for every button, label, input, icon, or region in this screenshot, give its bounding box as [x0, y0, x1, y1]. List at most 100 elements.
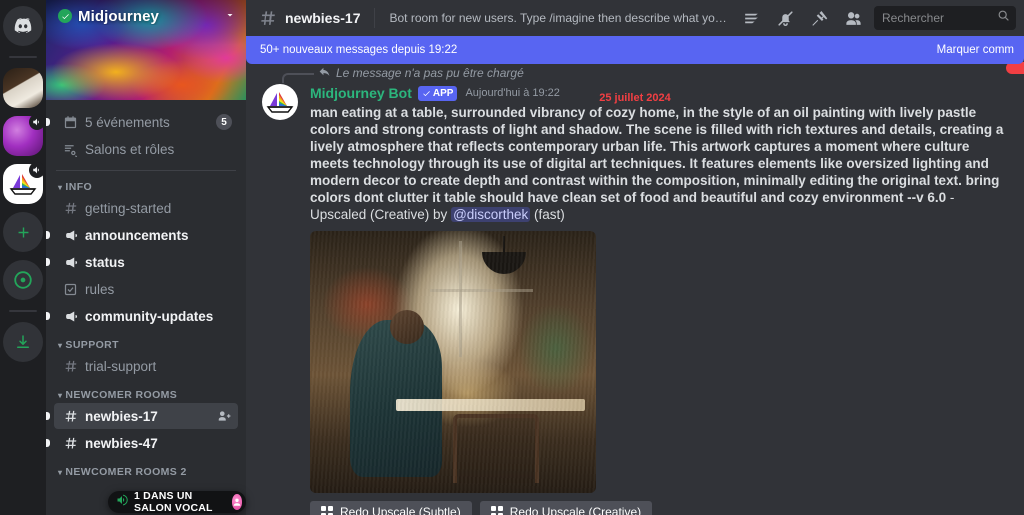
channels-roles-icon [62, 142, 79, 157]
channel-sidebar: Midjourney 5 événements 5 Salons et rôle… [46, 0, 246, 515]
sidebar-item-rules[interactable]: rules [54, 276, 238, 302]
message-text: man eating at a table, surrounded vibran… [310, 104, 1008, 223]
chevron-down-icon: ▾ [58, 182, 63, 192]
search-input[interactable]: Rechercher [874, 6, 1016, 30]
hash-thread-icon [62, 436, 79, 451]
message-action-buttons: Redo Upscale (Subtle) Redo Upscale (Crea… [310, 501, 1008, 515]
calendar-icon [62, 115, 79, 130]
redo-upscale-subtle-label: Redo Upscale (Subtle) [340, 504, 461, 515]
chevron-down-icon: ▾ [58, 390, 63, 400]
sidebar-item-newbies-17-label: newbies-17 [85, 408, 158, 424]
message: Le message n'a pas pu être chargé Midjou… [246, 62, 1024, 515]
channel-topic[interactable]: Bot room for new users. Type /imagine th… [389, 11, 730, 25]
sidebar-divider [56, 170, 236, 171]
reply-context-text: Le message n'a pas pu être chargé [336, 66, 524, 80]
sidebar-item-newbies-47-label: newbies-47 [85, 435, 158, 451]
message-content: Midjourney Bot APP Aujourd'hui à 19:22 m… [310, 84, 1008, 515]
unread-indicator [46, 312, 50, 320]
message-body: Midjourney Bot APP Aujourd'hui à 19:22 m… [262, 82, 1008, 515]
notifications-muted-icon[interactable] [772, 5, 798, 31]
unread-indicator [46, 412, 50, 420]
verified-check-icon [58, 9, 72, 23]
server-rail-item-home[interactable] [3, 6, 43, 46]
chevron-down-icon: ▾ [58, 340, 63, 350]
reply-context[interactable]: Le message n'a pas pu être chargé [282, 64, 1008, 83]
sidebar-row-events-label: 5 événements [85, 114, 170, 130]
sidebar-item-announcements[interactable]: announcements [46, 222, 238, 248]
hash-thread-icon [258, 9, 277, 28]
category-newcomer-rooms[interactable]: ▾ NEWCOMER ROOMS [54, 389, 238, 401]
download-apps-button[interactable] [3, 322, 43, 362]
search-placeholder: Rechercher [882, 11, 945, 25]
add-members-icon[interactable] [215, 409, 232, 423]
download-icon[interactable] [3, 322, 43, 362]
painting-texture [310, 231, 596, 493]
sidebar-row-channels-roles[interactable]: Salons et rôles [54, 136, 238, 162]
plus-icon[interactable] [3, 212, 43, 252]
rules-icon [62, 282, 79, 297]
unread-indicator [46, 439, 50, 447]
server-rail-item-midjourney[interactable] [3, 162, 45, 204]
pinned-messages-icon[interactable] [806, 5, 832, 31]
grid-icon [490, 505, 503, 515]
user-mention[interactable]: @discorthek [451, 207, 531, 222]
add-server-button[interactable] [3, 212, 43, 252]
category-newcomer-rooms-label: NEWCOMER ROOMS [65, 389, 178, 401]
search-icon[interactable] [997, 9, 1010, 27]
avatar [231, 494, 242, 510]
hash-icon [62, 359, 79, 374]
book-server-icon[interactable] [3, 68, 43, 108]
new-messages-banner[interactable]: 50+ nouveaux messages depuis 19:22 Marqu… [246, 36, 1024, 64]
announcement-icon [62, 309, 79, 324]
redo-upscale-creative-label: Redo Upscale (Creative) [509, 504, 642, 515]
sidebar-item-status[interactable]: status [46, 249, 238, 275]
speaker-icon [116, 493, 128, 511]
sidebar-row-channels-roles-label: Salons et rôles [85, 141, 175, 157]
hash-icon [62, 201, 79, 216]
category-info[interactable]: ▾ INFO [54, 181, 238, 193]
message-attachment-image[interactable] [310, 231, 596, 493]
sidebar-item-getting-started[interactable]: getting-started [54, 195, 238, 221]
mark-as-read-button[interactable]: Marquer comm [937, 44, 1014, 56]
channel-list: 5 événements 5 Salons et rôles ▾ INFO ge… [46, 100, 246, 515]
explore-servers-button[interactable] [3, 260, 43, 300]
voice-channel-toast[interactable]: 1 DANS UN SALON VOCAL [108, 490, 246, 514]
main-content: newbies-17 Bot room for new users. Type … [246, 0, 1024, 515]
date-divider: 25 juillet 2024 [246, 91, 1024, 105]
channel-topic-text: Bot room for new users. Type /imagine th… [389, 11, 730, 25]
topbar-divider [374, 8, 376, 28]
sidebar-item-trial-support-label: trial-support [85, 358, 157, 374]
page-title: newbies-17 [285, 10, 361, 26]
sidebar-row-events[interactable]: 5 événements 5 [46, 109, 238, 135]
threads-icon[interactable] [738, 5, 764, 31]
sidebar-item-community-updates[interactable]: community-updates [46, 303, 238, 329]
redo-upscale-subtle-button[interactable]: Redo Upscale (Subtle) [310, 501, 472, 515]
category-newcomer-rooms-2[interactable]: ▾ NEWCOMER ROOMS 2 [54, 466, 238, 478]
server-header[interactable]: Midjourney [46, 0, 246, 32]
redo-upscale-creative-button[interactable]: Redo Upscale (Creative) [479, 501, 653, 515]
sidebar-item-newbies-17[interactable]: newbies-17 [46, 403, 238, 429]
sidebar-item-status-label: status [85, 254, 125, 270]
channel-topbar: newbies-17 Bot room for new users. Type … [246, 0, 1024, 36]
sidebar-item-newbies-47[interactable]: newbies-47 [46, 430, 238, 456]
category-support[interactable]: ▾ SUPPORT [54, 339, 238, 351]
sidebar-item-rules-label: rules [85, 281, 115, 297]
discord-logo-icon[interactable] [3, 6, 43, 46]
discord-app-window: Midjourney 5 événements 5 Salons et rôle… [0, 0, 1024, 515]
server-rail-item-book[interactable] [3, 68, 43, 108]
unread-indicator [46, 231, 50, 239]
sidebar-item-announcements-label: announcements [85, 227, 189, 243]
hash-thread-icon [62, 409, 79, 424]
server-name: Midjourney [78, 7, 160, 25]
sidebar-item-trial-support[interactable]: trial-support [54, 353, 238, 379]
member-list-icon[interactable] [840, 5, 866, 31]
message-prompt: man eating at a table, surrounded vibran… [310, 105, 1004, 205]
server-rail-item-orb[interactable] [3, 114, 45, 156]
category-info-label: INFO [65, 181, 93, 193]
chevron-down-icon[interactable] [224, 9, 236, 24]
compass-icon[interactable] [3, 260, 43, 300]
speaker-icon [29, 114, 45, 130]
rail-divider-top [9, 56, 37, 58]
message-speed: (fast) [530, 207, 565, 222]
rail-divider-bottom [9, 310, 37, 312]
